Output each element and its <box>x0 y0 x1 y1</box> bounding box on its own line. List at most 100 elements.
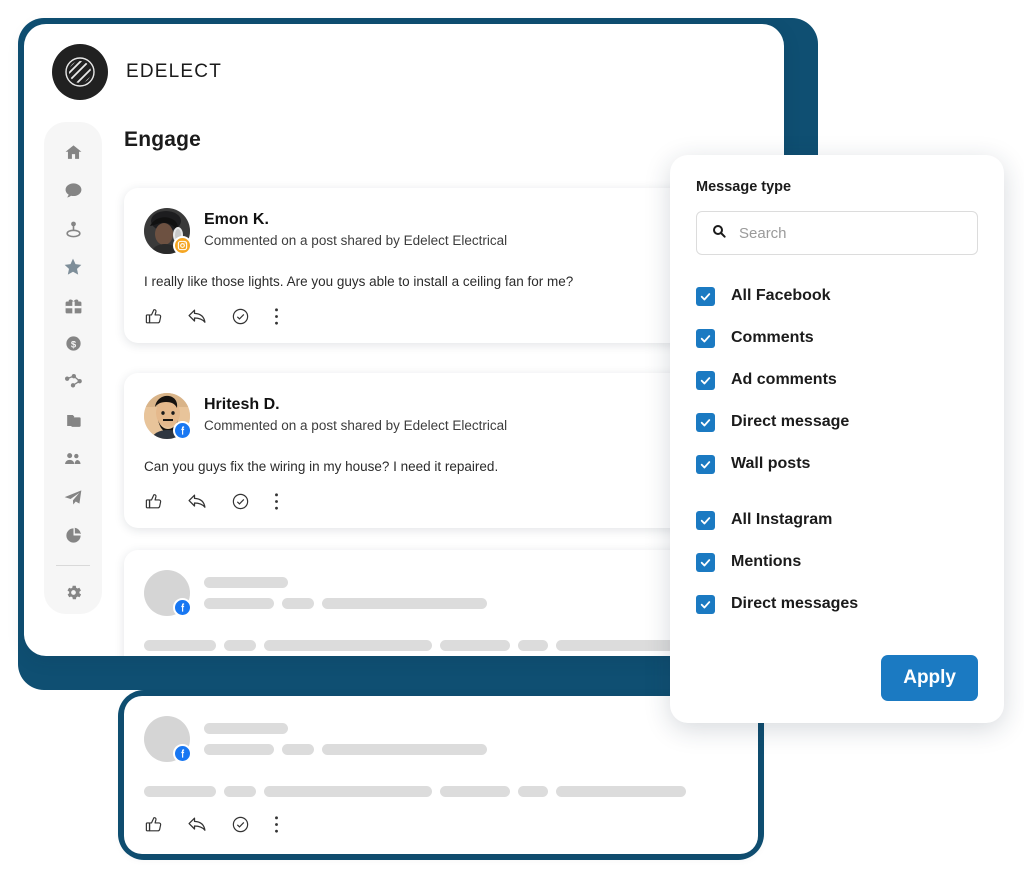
skeleton-bar <box>144 786 216 797</box>
avatar <box>144 208 192 255</box>
skeleton-row <box>204 598 487 609</box>
skeleton-card-header <box>144 714 738 764</box>
reply-arrow-icon[interactable] <box>187 306 207 326</box>
sidebar-divider <box>56 564 90 566</box>
thumbs-up-icon[interactable] <box>144 492 163 511</box>
skeleton-bar <box>224 640 256 651</box>
author-subtitle: Commented on a post shared by Edelect El… <box>204 233 508 249</box>
skeleton-bar <box>282 598 314 609</box>
card-actions <box>144 811 738 837</box>
option-label: Ad comments <box>731 371 837 388</box>
option-label: Comments <box>731 329 814 346</box>
facebook-badge-icon <box>173 598 192 617</box>
sidebar-item-library[interactable] <box>52 404 94 437</box>
instagram-badge-icon <box>173 236 192 255</box>
checkbox-checked-icon[interactable] <box>696 454 715 474</box>
skeleton-card <box>124 696 758 854</box>
option-comments[interactable]: Comments <box>696 317 978 359</box>
skeleton-bar <box>204 577 288 588</box>
option-label: Mentions <box>731 553 802 570</box>
search-box[interactable] <box>696 211 978 255</box>
thumbs-up-icon[interactable] <box>144 815 163 834</box>
checkbox-checked-icon[interactable] <box>696 370 715 390</box>
skeleton-bar <box>556 786 686 797</box>
skeleton-bar <box>144 640 216 651</box>
skeleton-bar <box>204 744 274 755</box>
thumbs-up-icon[interactable] <box>144 307 163 326</box>
skeleton-bar <box>282 744 314 755</box>
sidebar-item-messages[interactable] <box>52 174 94 207</box>
more-vertical-icon[interactable] <box>274 307 279 326</box>
facebook-badge-icon <box>173 744 192 763</box>
checkbox-checked-icon[interactable] <box>696 286 715 306</box>
option-label: All Facebook <box>731 287 831 304</box>
filter-panel-title: Message type <box>696 179 792 195</box>
skeleton-bar <box>518 786 548 797</box>
checkbox-checked-icon[interactable] <box>696 552 715 572</box>
sidebar-item-network[interactable] <box>52 366 94 399</box>
more-vertical-icon[interactable] <box>274 492 279 511</box>
sidebar-item-analytics[interactable] <box>52 519 94 552</box>
message-type-filter-panel: Message type All Facebook Comments <box>670 155 1004 723</box>
avatar-placeholder <box>144 716 192 763</box>
reply-arrow-icon[interactable] <box>187 814 207 834</box>
sidebar-item-promotions[interactable] <box>52 289 94 322</box>
facebook-badge-icon <box>173 421 192 440</box>
sidebar-item-settings[interactable] <box>52 576 94 609</box>
reply-arrow-icon[interactable] <box>187 491 207 511</box>
option-label: Direct message <box>731 413 850 430</box>
avatar-placeholder <box>144 570 192 617</box>
option-direct-messages[interactable]: Direct messages <box>696 583 978 625</box>
instagram-option-group: All Instagram Mentions Direct messages <box>696 499 978 625</box>
svg-text:$: $ <box>70 340 76 351</box>
skeleton-bar <box>440 786 510 797</box>
checkbox-checked-icon[interactable] <box>696 412 715 432</box>
sidebar-item-locations[interactable] <box>52 213 94 246</box>
skeleton-bar <box>204 598 274 609</box>
search-icon <box>711 223 727 244</box>
author-subtitle: Commented on a post shared by Edelect El… <box>204 418 508 434</box>
sidebar-rail: $ <box>44 122 102 614</box>
skeleton-bar <box>322 598 487 609</box>
sidebar-item-payments[interactable]: $ <box>52 327 94 360</box>
option-direct-message[interactable]: Direct message <box>696 401 978 443</box>
skeleton-bar <box>264 786 432 797</box>
brand: EDELECT <box>52 44 222 100</box>
author-name: Emon K. <box>204 211 269 229</box>
option-label: Direct messages <box>731 595 859 612</box>
skeleton-text-lines <box>204 577 487 609</box>
more-vertical-icon[interactable] <box>274 815 279 834</box>
search-input[interactable] <box>739 224 963 242</box>
checkbox-checked-icon[interactable] <box>696 328 715 348</box>
option-mentions[interactable]: Mentions <box>696 541 978 583</box>
apply-button[interactable]: Apply <box>881 655 978 701</box>
page-title: Engage <box>124 128 202 151</box>
option-all-instagram[interactable]: All Instagram <box>696 499 978 541</box>
check-circle-icon[interactable] <box>231 307 250 326</box>
option-wall-posts[interactable]: Wall posts <box>696 443 978 485</box>
avatar <box>144 393 192 440</box>
apply-row: Apply <box>881 655 978 701</box>
message-card-identity: Hritesh D. Commented on a post shared by… <box>204 395 507 436</box>
sidebar-item-send[interactable] <box>52 480 94 513</box>
skeleton-text-lines <box>204 723 487 755</box>
check-circle-icon[interactable] <box>231 815 250 834</box>
skeleton-bar <box>264 640 432 651</box>
checkbox-checked-icon[interactable] <box>696 510 715 530</box>
skeleton-bar <box>204 723 288 734</box>
skeleton-bar <box>440 640 510 651</box>
check-circle-icon[interactable] <box>231 492 250 511</box>
sidebar-item-reviews[interactable] <box>52 251 94 284</box>
screenshot-stage: EDELECT $ Engage Emon K. Commented on a … <box>0 0 1024 877</box>
sidebar-item-home[interactable] <box>52 136 94 169</box>
option-ad-comments[interactable]: Ad comments <box>696 359 978 401</box>
skeleton-body <box>144 786 738 797</box>
option-all-facebook[interactable]: All Facebook <box>696 275 978 317</box>
option-label: All Instagram <box>731 511 833 528</box>
brand-name: EDELECT <box>126 61 223 82</box>
facebook-option-group: All Facebook Comments Ad comments Direct… <box>696 275 978 485</box>
skeleton-bar <box>518 640 548 651</box>
sidebar-item-contacts[interactable] <box>52 442 94 475</box>
option-label: Wall posts <box>731 455 811 472</box>
checkbox-checked-icon[interactable] <box>696 594 715 614</box>
